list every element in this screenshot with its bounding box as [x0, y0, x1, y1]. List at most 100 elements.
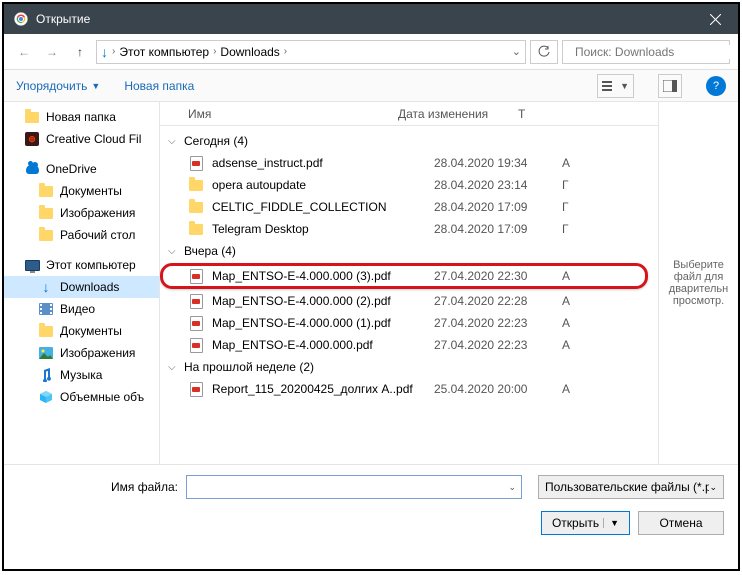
tree-item[interactable]: Объемные объ [4, 386, 159, 408]
pdf-icon [188, 155, 204, 171]
chevron-down-icon: ⌵ [168, 362, 178, 373]
video-icon [38, 301, 54, 317]
file-date: 27.04.2020 22:23 [434, 316, 554, 330]
path-seg-pc[interactable]: Этот компьютер› [119, 45, 216, 59]
folder-icon [188, 221, 204, 237]
chevron-down-icon: ⌵ [168, 136, 178, 147]
file-date: 28.04.2020 19:34 [434, 156, 554, 170]
folder-icon [188, 199, 204, 215]
open-button[interactable]: Открыть▼ [541, 511, 630, 535]
search-input[interactable] [575, 45, 730, 59]
preview-pane: Выберите файл для дварительн просмотр. [658, 102, 738, 464]
file-row[interactable]: opera autoupdate28.04.2020 23:14Г [160, 174, 658, 196]
nav-tree[interactable]: Новая папка⊚Creative Cloud FilOneDriveДо… [4, 102, 160, 464]
file-list[interactable]: ⌵Сегодня (4) adsense_instruct.pdf 28.04.20… [160, 126, 658, 464]
folder-icon [188, 177, 204, 193]
file-name: Map_ENTSO-E-4.000.000 (2).pdf [212, 294, 426, 308]
file-type: A [562, 338, 570, 352]
folder-icon [24, 109, 40, 125]
file-date: 27.04.2020 22:28 [434, 294, 554, 308]
preview-pane-button[interactable] [658, 74, 682, 98]
file-type: A [562, 269, 570, 283]
view-button[interactable]: ▼ [597, 74, 634, 98]
tree-item[interactable]: Этот компьютер [4, 254, 159, 276]
group-header[interactable]: ⌵Сегодня (4) [160, 130, 658, 152]
tree-item[interactable]: Изображения [4, 202, 159, 224]
folder-icon [38, 183, 54, 199]
file-row[interactable]: Report_115_20200425_долгих A..pdf25.04.2… [160, 378, 658, 400]
file-type: Г [562, 200, 569, 214]
tree-item[interactable]: Документы [4, 180, 159, 202]
file-name: Telegram Desktop [212, 222, 426, 236]
file-date: 28.04.2020 23:14 [434, 178, 554, 192]
pdf-icon [188, 268, 204, 284]
cancel-button[interactable]: Отмена [638, 511, 724, 535]
download-icon: ↓ [101, 44, 108, 60]
col-type[interactable]: Т [518, 107, 650, 121]
tree-item[interactable]: OneDrive [4, 158, 159, 180]
newfolder-button[interactable]: Новая папка [124, 79, 194, 93]
tree-item[interactable]: Музыка [4, 364, 159, 386]
cc-icon: ⊚ [24, 131, 40, 147]
folder-icon [38, 205, 54, 221]
filename-input[interactable] [186, 475, 522, 499]
onedrive-icon [24, 161, 40, 177]
file-name: Map_ENTSO-E-4.000.000.pdf [212, 338, 426, 352]
file-row[interactable]: adsense_instruct.pdf 28.04.2020 19:34 A [160, 152, 658, 174]
titlebar: Открытие [4, 4, 738, 34]
filetype-filter[interactable]: Пользовательские файлы (*.p⌄ [538, 475, 724, 499]
tree-item[interactable]: Видео [4, 298, 159, 320]
address-bar[interactable]: ↓ › Этот компьютер› Downloads› ⌄ [96, 40, 526, 64]
file-type: A [562, 382, 570, 396]
organize-button[interactable]: Упорядочить▼ [16, 79, 100, 93]
column-headers[interactable]: Имя Дата изменения Т [160, 102, 658, 126]
group-header[interactable]: ⌵На прошлой неделе (2) [160, 356, 658, 378]
col-name[interactable]: Имя [168, 107, 398, 121]
file-name: Map_ENTSO-E-4.000.000 (1).pdf [212, 316, 426, 330]
search-box[interactable] [562, 40, 730, 64]
file-date: 25.04.2020 20:00 [434, 382, 554, 396]
chevron-down-icon[interactable]: ⌄ [512, 45, 521, 58]
file-row[interactable]: Map_ENTSO-E-4.000.000 (1).pdf 27.04.2020 … [160, 312, 658, 334]
file-name: Map_ENTSO-E-4.000.000 (3).pdf [212, 269, 426, 283]
file-type: A [562, 316, 570, 330]
music-icon [38, 367, 54, 383]
chevron-down-icon: ⌵ [168, 246, 178, 257]
chrome-icon [14, 12, 28, 26]
tree-item[interactable]: Документы [4, 320, 159, 342]
close-button[interactable] [692, 4, 738, 34]
file-row[interactable]: Map_ENTSO-E-4.000.000 (3).pdf27.04.2020 … [160, 263, 648, 289]
download-icon: ↓ [38, 279, 54, 295]
tree-item[interactable]: ⊚Creative Cloud Fil [4, 128, 159, 150]
pdf-icon [188, 381, 204, 397]
group-header[interactable]: ⌵Вчера (4) [160, 240, 658, 262]
file-type: Г [562, 222, 569, 236]
nav-up[interactable]: ↑ [68, 40, 92, 64]
tree-item[interactable]: Рабочий стол [4, 224, 159, 246]
refresh-button[interactable] [530, 40, 558, 64]
file-row[interactable]: Map_ENTSO-E-4.000.000.pdf 27.04.2020 22:2… [160, 334, 658, 356]
cube-icon [38, 389, 54, 405]
tree-item[interactable]: ↓Downloads [4, 276, 159, 298]
image-icon [38, 345, 54, 361]
file-date: 28.04.2020 17:09 [434, 222, 554, 236]
filename-label: Имя файла: [18, 480, 178, 494]
pdf-icon [188, 337, 204, 353]
path-seg-downloads[interactable]: Downloads› [220, 45, 287, 59]
file-row[interactable]: Map_ENTSO-E-4.000.000 (2).pdf 27.04.2020 … [160, 290, 658, 312]
file-row[interactable]: Telegram Desktop 28.04.2020 17:09 Г [160, 218, 658, 240]
file-type: A [562, 294, 570, 308]
col-date[interactable]: Дата изменения [398, 107, 518, 121]
folder-icon [38, 227, 54, 243]
tree-item[interactable]: Новая папка [4, 106, 159, 128]
nav-back[interactable]: ← [12, 40, 36, 64]
help-button[interactable]: ? [706, 76, 726, 96]
file-name: adsense_instruct.pdf [212, 156, 426, 170]
file-area: Имя Дата изменения Т ⌵Сегодня (4)adsense… [160, 102, 658, 464]
file-type: A [562, 156, 570, 170]
chevron-right-icon: › [112, 46, 115, 57]
tree-item[interactable]: Изображения [4, 342, 159, 364]
file-date: 27.04.2020 22:23 [434, 338, 554, 352]
file-row[interactable]: CELTIC_FIDDLE_COLLECTION28.04.2020 17:09… [160, 196, 658, 218]
file-date: 28.04.2020 17:09 [434, 200, 554, 214]
